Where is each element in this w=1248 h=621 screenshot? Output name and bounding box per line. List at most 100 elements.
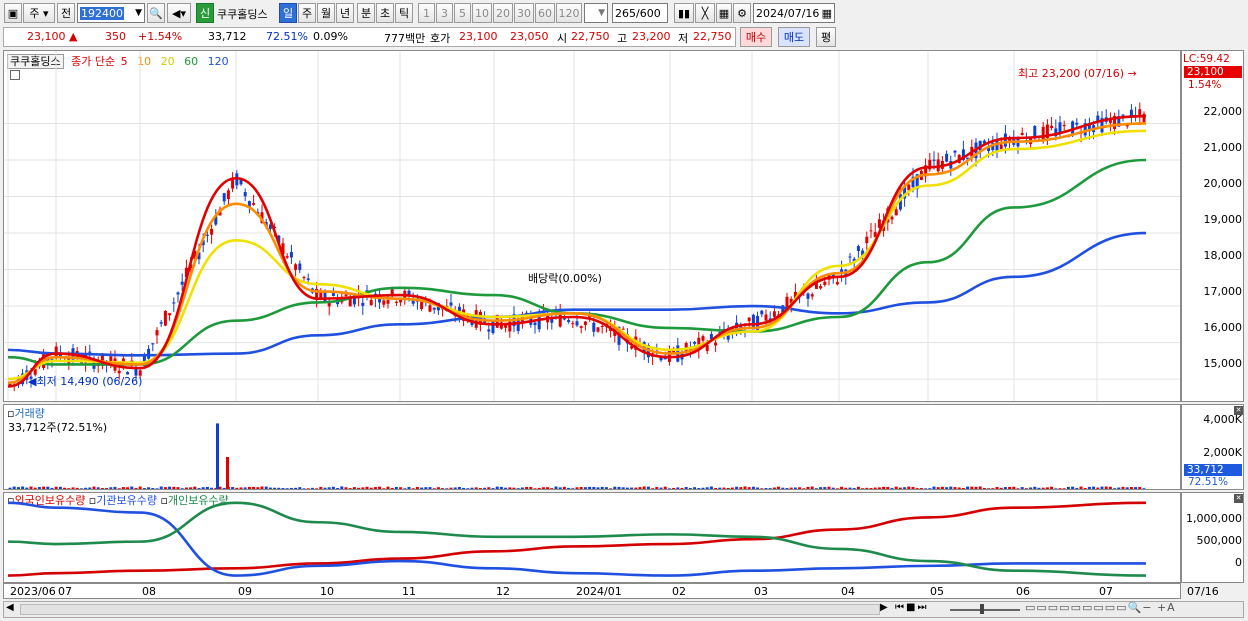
volume-bar [1142, 488, 1146, 489]
volume-bar [621, 487, 625, 489]
volume-bar [743, 486, 747, 489]
volume-bar [268, 487, 272, 489]
scroll-right-icon[interactable]: ▶ [880, 602, 888, 613]
volume-bar [1037, 487, 1041, 489]
tab-month[interactable]: 월 [317, 3, 335, 23]
candle-body [819, 286, 823, 289]
sound-icon[interactable]: ◀▾ [167, 3, 191, 23]
candle-body [344, 294, 348, 296]
candle-body [285, 256, 289, 258]
volume-bar [260, 486, 264, 489]
volume-bar [449, 487, 453, 489]
volume-bar [928, 488, 932, 489]
save-icon[interactable]: ▦ [716, 3, 732, 23]
volume-bar [529, 486, 533, 489]
volume-bar [1033, 486, 1037, 489]
prev-button[interactable]: 전 [57, 3, 75, 23]
volume-bar [915, 488, 919, 489]
tab-day[interactable]: 일 [279, 3, 297, 23]
stock-code-input[interactable]: 192400 ▼ [77, 3, 145, 23]
search-icon[interactable]: 🔍 [147, 3, 165, 23]
close-holding-icon[interactable]: ✕ [1234, 494, 1243, 503]
candle-body [1129, 109, 1133, 116]
zoom-slider[interactable] [950, 609, 1020, 611]
tab-second[interactable]: 초 [376, 3, 394, 23]
tab-minute[interactable]: 분 [357, 3, 375, 23]
interval-20[interactable]: 20 [493, 3, 513, 23]
tab-tick[interactable]: 틱 [395, 3, 413, 23]
volume-bar [42, 486, 46, 489]
x-tick-label: 02 [672, 585, 686, 598]
dropdown-arrow-icon[interactable]: ▼ [135, 8, 142, 18]
interval-5[interactable]: 5 [454, 3, 471, 23]
interval-10[interactable]: 10 [472, 3, 492, 23]
volume-bar [810, 486, 814, 489]
volume-bar [907, 486, 911, 489]
volume-bar [630, 487, 634, 489]
volume-bar [403, 488, 407, 489]
interval-30[interactable]: 30 [514, 3, 534, 23]
date-input[interactable]: 2024/07/16 ▦ [753, 3, 835, 23]
volume-bar [562, 486, 566, 489]
sell-button[interactable]: 매도 [778, 27, 810, 47]
volume-bar [50, 487, 54, 489]
candle-body [945, 153, 949, 162]
x-tick-label: 10 [320, 585, 334, 598]
interval-120[interactable]: 120 [556, 3, 582, 23]
volume-bar [814, 488, 818, 489]
scroll-thumb[interactable] [20, 604, 880, 615]
close-volume-icon[interactable]: ✕ [1234, 406, 1243, 415]
tab-week[interactable]: 주 [298, 3, 316, 23]
market-label: 주 [29, 7, 40, 20]
volume-bar [936, 487, 940, 489]
volume-bar [911, 487, 915, 489]
volume-bar [793, 487, 797, 489]
interval-60[interactable]: 60 [535, 3, 555, 23]
volume-bar [88, 487, 92, 489]
scroll-left-icon[interactable]: ◀ [6, 602, 14, 613]
layout-icons[interactable]: ▭▭▭▭▭▭▭▭▭🔍− +A [1025, 601, 1176, 614]
candle-body [155, 330, 159, 336]
interval-input[interactable]: ▼ [584, 3, 608, 23]
candle-icon[interactable]: ▮▮ [674, 3, 694, 23]
volume-bar [1117, 487, 1121, 489]
volume-bar [940, 486, 944, 489]
volume-bar [1121, 486, 1125, 489]
eval-button[interactable]: 평 [816, 27, 836, 47]
interval-3[interactable]: 3 [436, 3, 453, 23]
volume-bar [600, 486, 604, 489]
high-note: 최고 23,200 (07/16) [1018, 67, 1125, 80]
dropdown-arrow-icon[interactable]: ▼ [598, 8, 605, 18]
volume-bar [1083, 487, 1087, 489]
x-tick-label: 12 [496, 585, 510, 598]
volume-bar [558, 487, 562, 489]
tab-year[interactable]: 년 [336, 3, 354, 23]
calendar-icon[interactable]: ▦ [822, 7, 832, 20]
volume-bar [684, 487, 688, 489]
gear-icon[interactable]: ⚙ [733, 3, 751, 23]
panel-toggle-icon[interactable]: ▣ [4, 3, 22, 23]
volume-bar [970, 486, 974, 489]
y-tick-15000: 15,000 [1203, 357, 1243, 370]
buy-button[interactable]: 매수 [740, 27, 772, 47]
candle-body [571, 323, 575, 325]
low-price: 22,750 [693, 30, 732, 43]
x-tick-label: 07 [1099, 585, 1113, 598]
candle-body [151, 343, 155, 345]
count-input[interactable]: 265/600 [612, 3, 668, 23]
market-select[interactable]: 주 ▾ [23, 3, 55, 23]
interval-1[interactable]: 1 [418, 3, 435, 23]
volume-bar [323, 487, 327, 489]
candle-body [999, 144, 1003, 150]
amount-value: 777백만 [384, 32, 426, 45]
volume-ratio: 72.51% [266, 30, 308, 43]
crosshair-icon[interactable]: ╳ [695, 3, 715, 23]
volume-bar [264, 486, 268, 489]
holding-y-tick-500000: 500,000 [1196, 534, 1243, 547]
volume-bar [499, 486, 503, 489]
ma-line-20 [7, 129, 1147, 381]
zoom-slider-handle[interactable] [980, 604, 984, 614]
candle-body [159, 322, 163, 324]
playback-controls[interactable]: ⏮■⏭ [895, 602, 928, 613]
volume-bar [844, 487, 848, 489]
